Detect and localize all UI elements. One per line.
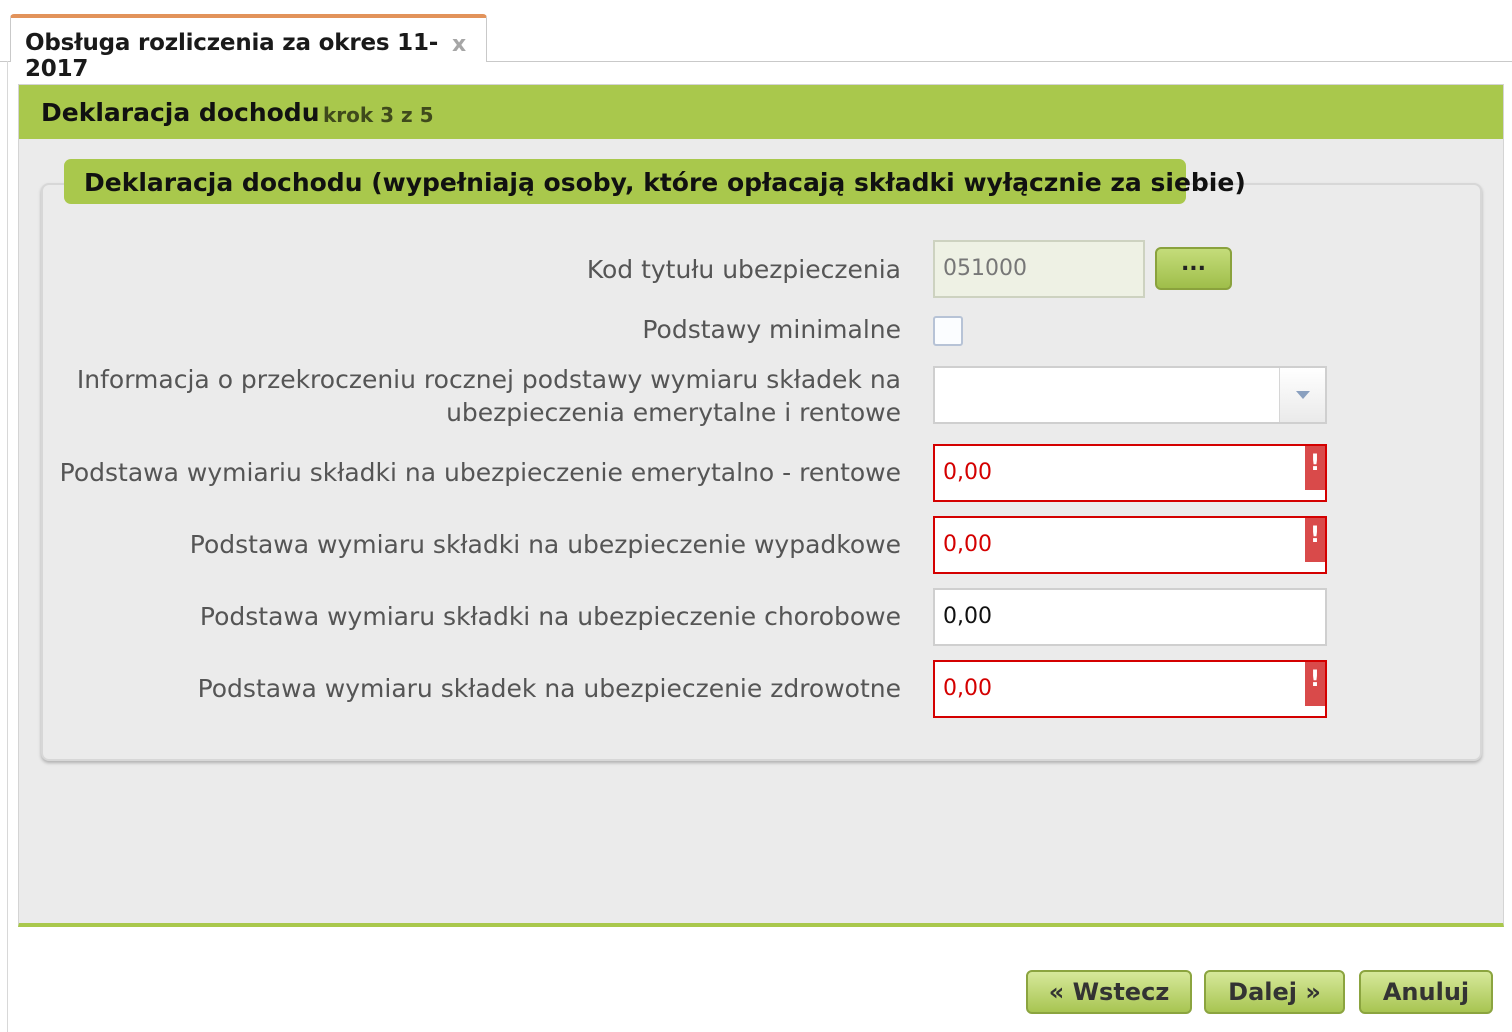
error-flag-icon: ! [1305, 662, 1325, 706]
label-kod-tytulu: Kod tytułu ubezpieczenia [586, 255, 901, 284]
chorobowe-value: 0,00 [943, 604, 992, 629]
wypadkowe-value: 0,00 [943, 532, 992, 557]
chorobowe-field[interactable]: 0,00 [933, 588, 1327, 646]
error-flag-icon: ! [1305, 446, 1325, 490]
label-chorobowe: Podstawa wymiaru składki na ubezpieczeni… [199, 602, 901, 631]
wizard-panel: Deklaracja dochodu krok 3 z 5 Deklaracja… [18, 84, 1504, 927]
error-flag-icon: ! [1305, 518, 1325, 562]
next-button[interactable]: Dalej » [1204, 970, 1345, 1014]
chevron-down-icon[interactable] [1279, 368, 1325, 422]
back-button[interactable]: « Wstecz [1026, 970, 1192, 1014]
label-emerytalno-rentowe: Podstawa wymiariu składki na ubezpieczen… [59, 458, 901, 487]
informacja-select[interactable] [933, 366, 1327, 424]
emerytalno-rentowe-field[interactable]: 0,00 ! [933, 444, 1327, 502]
tab-divider [487, 61, 1512, 62]
zdrowotne-value: 0,00 [943, 676, 992, 701]
zdrowotne-field[interactable]: 0,00 ! [933, 660, 1327, 718]
tab-divider [0, 61, 10, 62]
kod-tytulu-field[interactable]: 051000 [933, 240, 1145, 298]
wypadkowe-field[interactable]: 0,00 ! [933, 516, 1327, 574]
label-podstawy-minimalne: Podstawy minimalne [642, 315, 901, 344]
label-zdrowotne: Podstawa wymiaru składek na ubezpieczeni… [197, 674, 901, 703]
label-wypadkowe: Podstawa wymiaru składki na ubezpieczeni… [189, 530, 901, 559]
tab-rozliczenie[interactable]: Obsługa rozliczenia za okres 11-2017 x [10, 14, 487, 82]
label-informacja-line2: ubezpieczenia emerytalne i rentowe [446, 398, 901, 427]
label-informacja-line1: Informacja o przekroczeniu rocznej podst… [76, 365, 901, 394]
kod-tytulu-picker-button[interactable]: ... [1155, 247, 1232, 290]
cancel-button[interactable]: Anuluj [1359, 970, 1493, 1014]
tab-title: Obsługa rozliczenia za okres 11-2017 [25, 30, 439, 82]
podstawy-minimalne-checkbox[interactable] [933, 316, 963, 346]
panel-border [7, 61, 8, 1032]
emerytalno-rentowe-value: 0,00 [943, 460, 992, 485]
form-labels: Kod tytułu ubezpieczenia Podstawy minima… [19, 85, 901, 923]
close-icon[interactable]: x [452, 32, 466, 57]
tab-bar: Obsługa rozliczenia za okres 11-2017 x [0, 0, 1512, 82]
